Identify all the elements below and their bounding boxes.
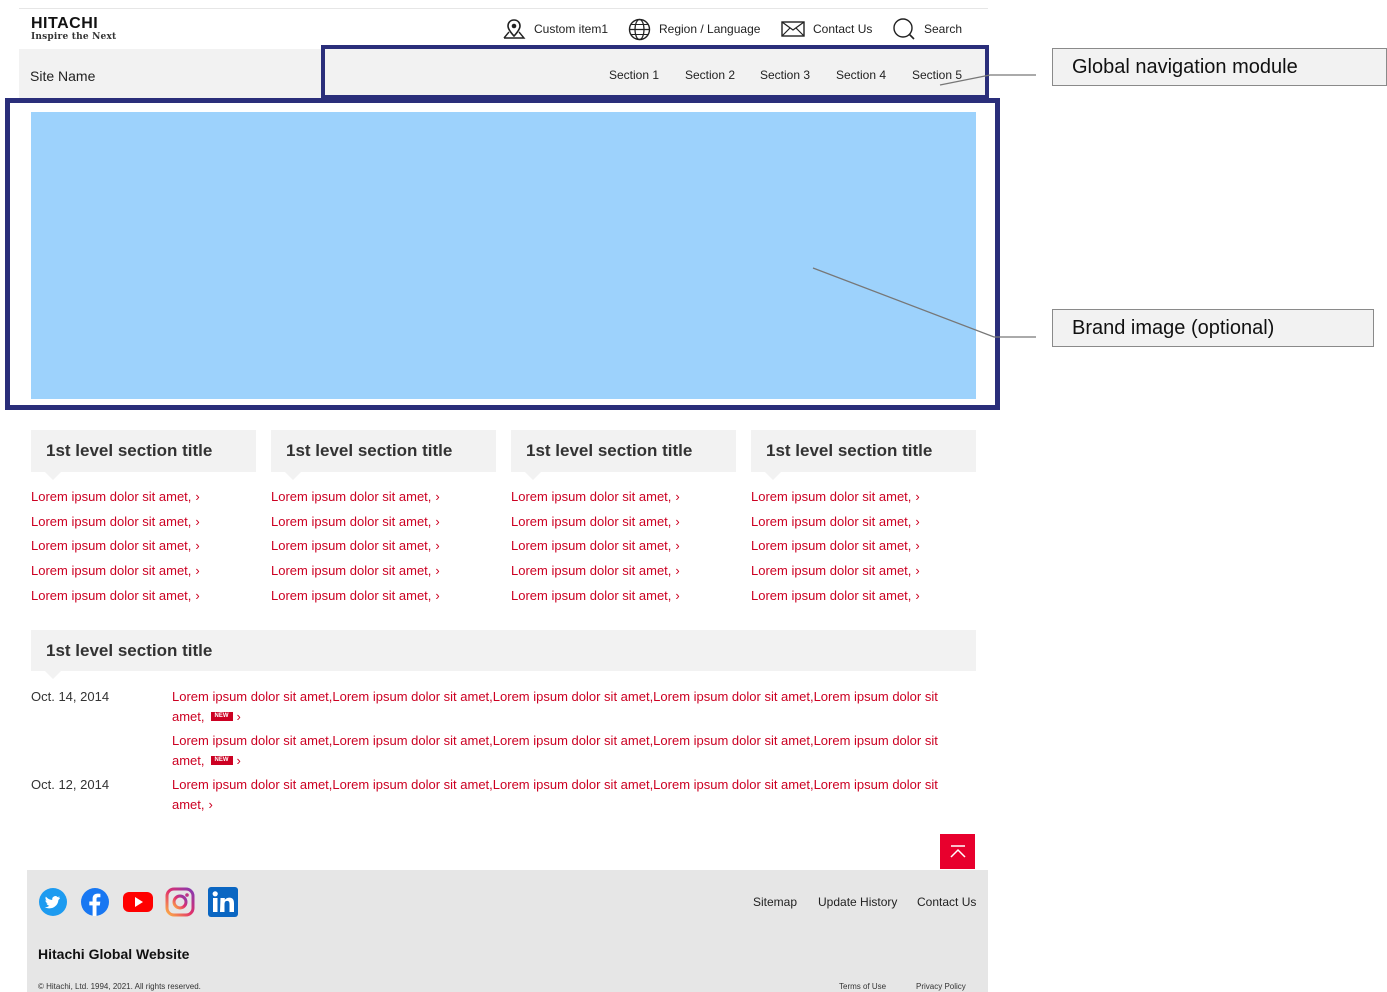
section-link[interactable]: Lorem ipsum dolor sit amet, › [511,538,680,553]
footer-link-update-history[interactable]: Update History [818,895,897,909]
chevron-right-icon: › [195,489,200,504]
news-date: Oct. 12, 2014 [31,777,110,792]
link-text: Lorem ipsum dolor sit amet, [31,588,192,603]
link-text: Lorem ipsum dolor sit amet, [751,563,912,578]
chevron-right-icon: › [236,752,241,768]
facebook-icon[interactable] [80,887,110,917]
section-link[interactable]: Lorem ipsum dolor sit amet, › [511,514,680,529]
section-link[interactable]: Lorem ipsum dolor sit amet, › [751,538,920,553]
twitter-icon[interactable] [38,887,68,917]
section-link[interactable]: Lorem ipsum dolor sit amet, › [511,563,680,578]
chevron-right-icon: › [675,489,680,504]
news-item[interactable]: Lorem ipsum dolor sit amet,Lorem ipsum d… [172,731,947,770]
link-text: Lorem ipsum dolor sit amet, [751,538,912,553]
chevron-right-icon: › [435,538,440,553]
section-title-1: 1st level section title [31,430,256,480]
chevron-right-icon: › [915,514,920,529]
brand-image-callout-text: Brand image (optional) [1072,316,1275,339]
link-text: Lorem ipsum dolor sit amet, [511,563,672,578]
section-title-2: 1st level section title [271,430,496,480]
section-link[interactable]: Lorem ipsum dolor sit amet, › [31,563,200,578]
section-link[interactable]: Lorem ipsum dolor sit amet, › [271,489,440,504]
chevron-right-icon: › [435,563,440,578]
section-link[interactable]: Lorem ipsum dolor sit amet, › [751,563,920,578]
link-text: Lorem ipsum dolor sit amet, [31,489,192,504]
link-text: Lorem ipsum dolor sit amet, [271,538,432,553]
instagram-icon[interactable] [165,887,195,917]
link-text: Lorem ipsum dolor sit amet, [271,489,432,504]
chevron-right-icon: › [208,796,213,812]
linkedin-icon[interactable] [208,887,238,917]
chevron-right-icon: › [675,538,680,553]
section-title-4: 1st level section title [751,430,976,480]
chevron-right-icon: › [195,563,200,578]
chevron-right-icon: › [236,708,241,724]
new-badge: NEW [210,711,233,721]
link-text: Lorem ipsum dolor sit amet, [511,514,672,529]
brand-image-leader-line [812,267,1036,338]
chevron-right-icon: › [915,538,920,553]
link-text: Lorem ipsum dolor sit amet, [31,538,192,553]
annotation-leader-lines [812,74,1036,338]
chevron-right-icon: › [675,588,680,603]
section-link[interactable]: Lorem ipsum dolor sit amet, › [511,588,680,603]
news-section-title: 1st level section title [31,630,976,679]
brand-image-callout: Brand image (optional) [1052,309,1374,347]
back-to-top-button[interactable] [940,834,975,869]
link-text: Lorem ipsum dolor sit amet, [31,514,192,529]
footer-link-sitemap[interactable]: Sitemap [753,895,797,909]
news-text: Lorem ipsum dolor sit amet,Lorem ipsum d… [172,733,938,768]
section-link[interactable]: Lorem ipsum dolor sit amet, › [271,588,440,603]
new-badge: NEW [210,755,233,765]
section-link[interactable]: Lorem ipsum dolor sit amet, › [751,514,920,529]
chevron-right-icon: › [915,489,920,504]
link-text: Lorem ipsum dolor sit amet, [31,563,192,578]
global-nav-callout-text: Global navigation module [1072,55,1298,78]
chevron-right-icon: › [915,588,920,603]
link-text: Lorem ipsum dolor sit amet, [751,514,912,529]
news-text: Lorem ipsum dolor sit amet,Lorem ipsum d… [172,689,938,724]
chevron-right-icon: › [435,514,440,529]
section-link[interactable]: Lorem ipsum dolor sit amet, › [271,538,440,553]
news-item[interactable]: Lorem ipsum dolor sit amet,Lorem ipsum d… [172,775,947,814]
footer-link-contact-us[interactable]: Contact Us [917,895,976,909]
youtube-icon[interactable] [122,890,154,914]
news-text: Lorem ipsum dolor sit amet,Lorem ipsum d… [172,777,938,812]
section-title-3: 1st level section title [511,430,736,480]
chevron-right-icon: › [675,563,680,578]
link-text: Lorem ipsum dolor sit amet, [271,588,432,603]
link-text: Lorem ipsum dolor sit amet, [511,489,672,504]
section-link[interactable]: Lorem ipsum dolor sit amet, › [31,489,200,504]
footer-link-terms[interactable]: Terms of Use [839,982,886,991]
global-nav-callout: Global navigation module [1052,48,1387,86]
arrow-up-icon [949,844,966,858]
chevron-right-icon: › [435,588,440,603]
section-link[interactable]: Lorem ipsum dolor sit amet, › [31,588,200,603]
section-link[interactable]: Lorem ipsum dolor sit amet, › [271,514,440,529]
link-text: Lorem ipsum dolor sit amet, [271,563,432,578]
link-text: Lorem ipsum dolor sit amet, [271,514,432,529]
footer-link-privacy[interactable]: Privacy Policy [916,982,966,991]
chevron-right-icon: › [195,538,200,553]
copyright: © Hitachi, Ltd. 1994, 2021. All rights r… [38,982,201,991]
section-link[interactable]: Lorem ipsum dolor sit amet, › [751,588,920,603]
section-link[interactable]: Lorem ipsum dolor sit amet, › [31,538,200,553]
section-link[interactable]: Lorem ipsum dolor sit amet, › [271,563,440,578]
chevron-right-icon: › [915,563,920,578]
global-nav-leader-line [939,74,1036,86]
footer-site-title[interactable]: Hitachi Global Website [38,946,189,962]
news-date: Oct. 14, 2014 [31,689,110,704]
chevron-right-icon: › [195,588,200,603]
chevron-right-icon: › [195,514,200,529]
link-text: Lorem ipsum dolor sit amet, [751,588,912,603]
section-link[interactable]: Lorem ipsum dolor sit amet, › [31,514,200,529]
link-text: Lorem ipsum dolor sit amet, [511,538,672,553]
section-link[interactable]: Lorem ipsum dolor sit amet, › [751,489,920,504]
link-text: Lorem ipsum dolor sit amet, [751,489,912,504]
chevron-right-icon: › [435,489,440,504]
section-link[interactable]: Lorem ipsum dolor sit amet, › [511,489,680,504]
news-item[interactable]: Lorem ipsum dolor sit amet,Lorem ipsum d… [172,687,947,726]
link-text: Lorem ipsum dolor sit amet, [511,588,672,603]
chevron-right-icon: › [675,514,680,529]
